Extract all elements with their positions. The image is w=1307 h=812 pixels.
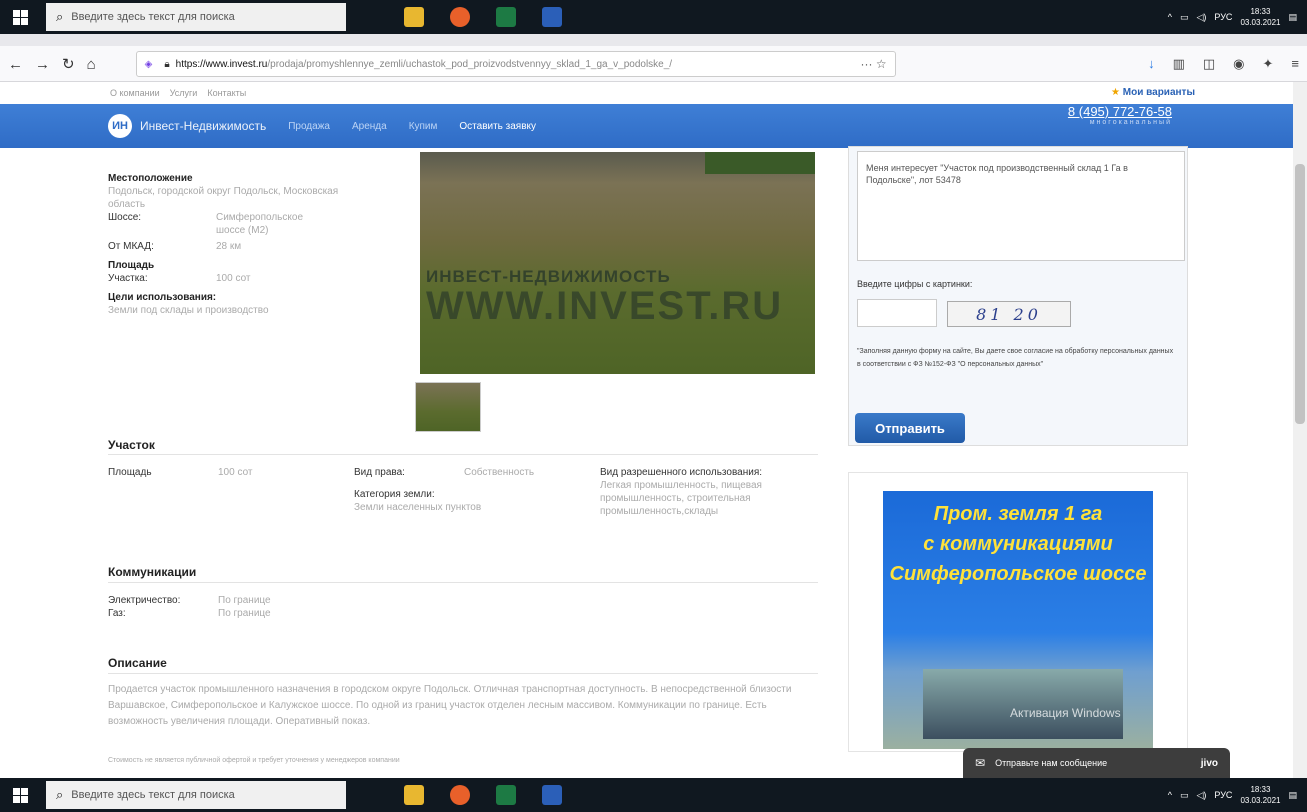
- logo[interactable]: ИН: [108, 114, 132, 138]
- download-icon[interactable]: ↓: [1148, 56, 1155, 72]
- building-image: [923, 669, 1123, 739]
- reload-icon[interactable]: ↻: [62, 55, 75, 73]
- back-arrow-icon[interactable]: ←: [8, 56, 23, 73]
- start-button-bottom[interactable]: [0, 778, 40, 812]
- page-actions-icon[interactable]: ··· ☆: [861, 57, 887, 71]
- taskbar-top: ⌕ Введите здесь текст для поиска ^ ▭ ◁) Р…: [0, 0, 1307, 34]
- clock[interactable]: 18:33 03.03.2021: [1240, 6, 1280, 28]
- comms-heading: Коммуникации: [108, 565, 197, 579]
- excel-icon[interactable]: [496, 785, 516, 805]
- favorites-link[interactable]: ★ Мои варианты: [1111, 87, 1195, 98]
- menu-sale[interactable]: Продажа: [288, 121, 330, 132]
- search-icon: ⌕: [56, 9, 64, 24]
- message-textarea[interactable]: Меня интересует "Участок под производств…: [857, 151, 1185, 261]
- language-indicator[interactable]: РУС: [1214, 790, 1232, 800]
- home-icon[interactable]: ⌂: [87, 56, 96, 73]
- send-button[interactable]: Отправить: [855, 413, 965, 443]
- lock-icon: 🔒︎: [164, 58, 170, 70]
- tray-chevron-icon[interactable]: ^: [1168, 790, 1172, 800]
- windows-icon: [12, 787, 28, 803]
- language-indicator[interactable]: РУС: [1214, 12, 1232, 22]
- network-icon[interactable]: ▭: [1180, 12, 1189, 23]
- consent-text: "Заполняя данную форму на сайте, Вы дает…: [857, 348, 1174, 368]
- address-bar[interactable]: ◈ 🔒︎ https://www.invest.ru/prodaja/promy…: [135, 51, 896, 77]
- search-icon: ⌕: [56, 787, 64, 802]
- extensions-icon[interactable]: ✦: [1263, 56, 1274, 72]
- file-explorer-icon[interactable]: [404, 785, 424, 805]
- library-icon[interactable]: ▥: [1173, 56, 1185, 72]
- watermark-url: WWW.INVEST.RU: [426, 284, 784, 328]
- nav-link-services[interactable]: Услуги: [170, 88, 198, 98]
- taskbar-search-input-bottom[interactable]: ⌕ Введите здесь текст для поиска: [46, 781, 346, 809]
- windows-activation-watermark: Активация Windows: [1010, 706, 1121, 720]
- location-block: Местоположение Подольск, городской округ…: [108, 173, 339, 316]
- tab-strip: [0, 34, 1307, 46]
- firefox-icon[interactable]: [450, 785, 470, 805]
- captcha-image: 81 20: [947, 301, 1071, 327]
- main-photo[interactable]: ИНВЕСТ-НЕДВИЖИМОСТЬ WWW.INVEST.RU: [420, 152, 815, 374]
- word-icon[interactable]: [542, 7, 562, 27]
- request-form: Меня интересует "Участок под производств…: [848, 146, 1188, 446]
- account-icon[interactable]: ◉: [1233, 56, 1244, 72]
- taskbar-search-input[interactable]: ⌕ Введите здесь текст для поиска: [46, 3, 346, 31]
- jivo-logo: jivo: [1200, 757, 1218, 769]
- notifications-icon[interactable]: ▤: [1288, 12, 1297, 23]
- main-nav: ИН Инвест-Недвижимость Продажа Аренда Ку…: [0, 104, 1307, 148]
- shield-icon: ◈: [144, 58, 153, 70]
- description-text: Продается участок промышленного назначен…: [108, 684, 792, 727]
- start-button[interactable]: [0, 0, 40, 34]
- phone-link[interactable]: 8 (495) 772-76-58: [1068, 104, 1172, 119]
- volume-icon[interactable]: ◁): [1196, 790, 1206, 801]
- browser-toolbar: ← → ↻ ⌂ ◈ 🔒︎ https://www.invest.ru/proda…: [0, 34, 1307, 82]
- taskbar-bottom: ⌕ Введите здесь текст для поиска ^ ▭ ◁) Р…: [0, 778, 1307, 812]
- nav-link-about[interactable]: О компании: [110, 88, 160, 98]
- nav-link-contacts[interactable]: Контакты: [207, 88, 246, 98]
- file-explorer-icon[interactable]: [404, 7, 424, 27]
- phone-block: 8 (495) 772-76-58 многоканальный: [1067, 104, 1172, 126]
- word-icon[interactable]: [542, 785, 562, 805]
- volume-icon[interactable]: ◁): [1196, 12, 1206, 23]
- page-scrollbar[interactable]: [1293, 82, 1307, 778]
- message-icon: ✉: [975, 756, 986, 770]
- star-icon: ★: [1111, 87, 1120, 98]
- firefox-icon[interactable]: [450, 7, 470, 27]
- network-icon[interactable]: ▭: [1180, 790, 1189, 801]
- description-heading: Описание: [108, 656, 167, 670]
- plot-heading: Участок: [108, 438, 155, 452]
- menu-icon[interactable]: ≡: [1291, 56, 1299, 72]
- windows-icon: [12, 9, 28, 25]
- tray-chevron-icon[interactable]: ^: [1168, 12, 1172, 22]
- captcha-input[interactable]: [857, 299, 937, 327]
- menu-buy[interactable]: Купим: [409, 121, 438, 132]
- web-page: О компании Услуги Контакты ★ Мои вариант…: [0, 82, 1307, 778]
- notifications-icon[interactable]: ▤: [1288, 790, 1297, 801]
- forward-arrow-icon[interactable]: →: [35, 56, 50, 73]
- price-note: Стоимость не является публичной офертой …: [108, 757, 400, 764]
- chat-widget[interactable]: ✉ Отправьте нам сообщение jivo: [963, 748, 1230, 778]
- sidebar-icon[interactable]: ◫: [1203, 56, 1215, 72]
- clock[interactable]: 18:33 03.03.2021: [1240, 784, 1280, 806]
- menu-rent[interactable]: Аренда: [352, 121, 387, 132]
- photo-thumbnail[interactable]: [415, 382, 481, 432]
- excel-icon[interactable]: [496, 7, 516, 27]
- menu-request[interactable]: Оставить заявку: [459, 121, 536, 132]
- brand-name[interactable]: Инвест-Недвижимость: [140, 119, 266, 133]
